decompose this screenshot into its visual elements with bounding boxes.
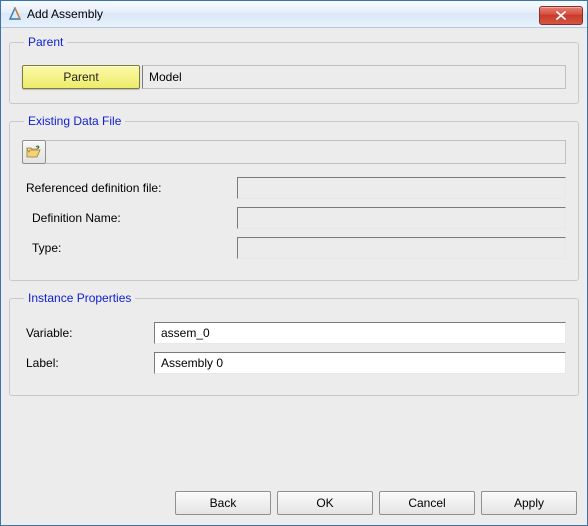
instance-properties-group: Instance Properties Variable: Label: — [9, 291, 579, 396]
referenced-file-field — [237, 177, 566, 199]
app-icon — [7, 6, 23, 22]
titlebar: Add Assembly — [1, 1, 587, 28]
close-button[interactable] — [539, 6, 583, 25]
parent-button[interactable]: Parent — [22, 65, 140, 89]
ok-button[interactable]: OK — [277, 491, 373, 515]
instance-legend: Instance Properties — [24, 291, 135, 305]
dialog-button-row: Back OK Cancel Apply — [9, 491, 579, 517]
apply-button[interactable]: Apply — [481, 491, 577, 515]
existing-data-file-group: Existing Data File Referenced definition… — [9, 114, 579, 281]
label-input[interactable] — [154, 352, 566, 374]
label-label: Label: — [22, 356, 154, 370]
back-button[interactable]: Back — [175, 491, 271, 515]
definition-name-label: Definition Name: — [22, 211, 237, 225]
window-title: Add Assembly — [27, 7, 103, 21]
cancel-button[interactable]: Cancel — [379, 491, 475, 515]
definition-name-field — [237, 207, 566, 229]
dialog-window: Add Assembly Parent Parent Model Existin… — [0, 0, 588, 526]
folder-open-icon — [26, 145, 42, 159]
referenced-file-label: Referenced definition file: — [22, 181, 237, 195]
type-label: Type: — [22, 241, 237, 255]
type-field — [237, 237, 566, 259]
dialog-body: Parent Parent Model Existing Data File — [1, 28, 587, 525]
open-file-button[interactable] — [22, 140, 46, 164]
parent-value-field: Model — [142, 65, 566, 89]
variable-label: Variable: — [22, 326, 154, 340]
open-file-strip — [46, 140, 566, 164]
variable-input[interactable] — [154, 322, 566, 344]
parent-legend: Parent — [24, 35, 67, 49]
existing-legend: Existing Data File — [24, 114, 125, 128]
parent-group: Parent Parent Model — [9, 35, 579, 104]
close-icon — [556, 11, 566, 20]
